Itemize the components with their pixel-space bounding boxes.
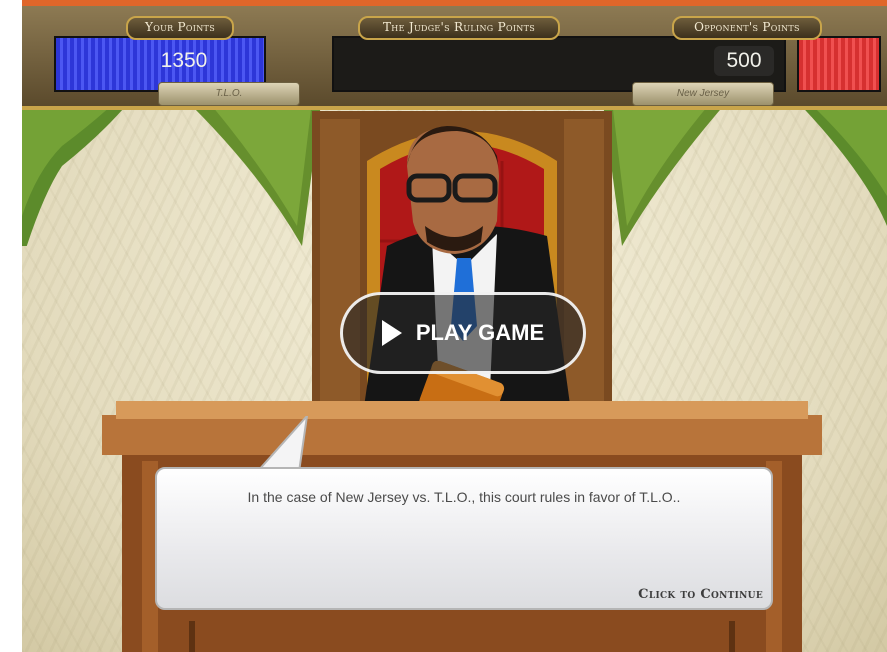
play-icon <box>381 320 402 346</box>
opponent-points-label: Opponent's Points <box>672 16 822 40</box>
game-viewport[interactable]: PLAY GAME In the case of New Jersey vs. … <box>22 6 887 652</box>
ruling-text: In the case of New Jersey vs. T.L.O., th… <box>247 489 681 505</box>
play-game-label: PLAY GAME <box>415 320 545 345</box>
speech-bubble-tail <box>255 416 309 472</box>
click-to-continue-button[interactable]: Click to Continue <box>638 587 763 602</box>
opponent-name-plate: New Jersey <box>632 82 774 106</box>
your-score: 1350 <box>160 49 208 72</box>
judge-ruling-points-label: The Judge's Ruling Points <box>358 16 560 40</box>
your-name-plate: T.L.O. <box>158 82 300 106</box>
opponent-score: 500 <box>714 46 774 76</box>
scoreboard: Your Points The Judge's Ruling Points Op… <box>22 6 887 118</box>
ruling-dialog: In the case of New Jersey vs. T.L.O., th… <box>155 467 773 610</box>
your-points-label: Your Points <box>126 16 234 40</box>
opponent-points-bar <box>797 36 881 92</box>
play-game-button[interactable]: PLAY GAME <box>340 292 586 374</box>
